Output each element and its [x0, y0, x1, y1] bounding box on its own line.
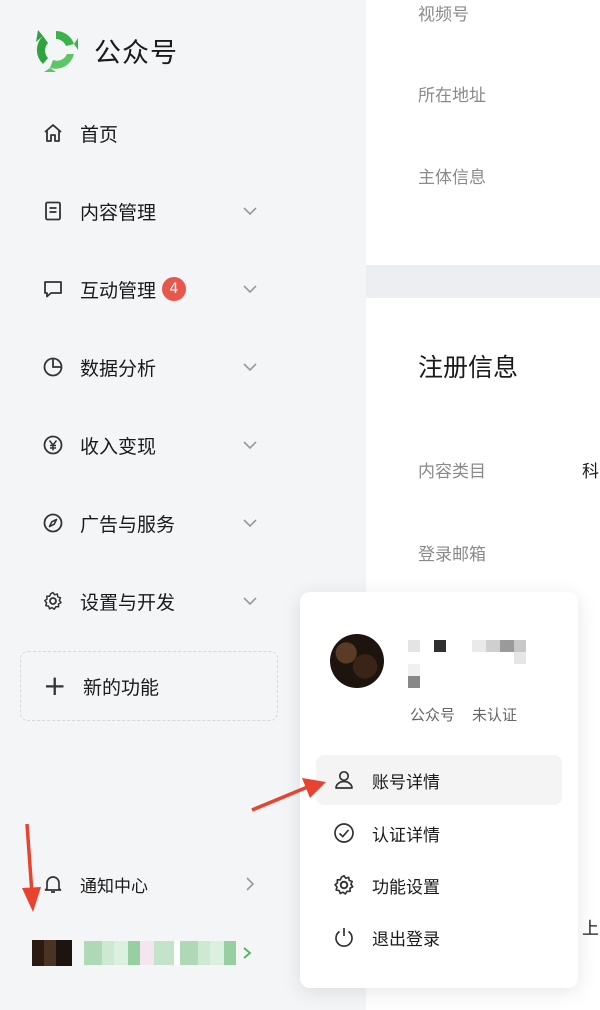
category-value: 科	[582, 462, 599, 482]
notification-badge: 4	[162, 277, 187, 301]
sidebar-item-label: 内容管理	[80, 201, 157, 224]
check-circle-icon	[334, 823, 354, 843]
chevron-down-icon	[243, 207, 257, 216]
field-label-entity: 主体信息	[418, 168, 486, 188]
annotation-arrow-down	[22, 823, 41, 912]
chevron-down-icon	[243, 441, 257, 450]
verification-status: 未认证	[472, 706, 518, 724]
chevron-right-icon	[243, 947, 252, 959]
menu-item-label: 功能设置	[372, 877, 440, 898]
chevron-right-icon	[246, 877, 255, 891]
account-details-menu-item[interactable]: 账号详情	[316, 755, 562, 805]
pie-chart-icon	[43, 357, 63, 377]
gear-icon	[334, 874, 354, 895]
chevron-down-icon	[243, 285, 257, 294]
sidebar-item-label: 设置与开发	[80, 591, 176, 614]
brand-logo[interactable]: 公众号	[34, 28, 178, 72]
compass-icon	[43, 513, 63, 533]
sidebar-item-ads-services[interactable]: 广告与服务	[42, 503, 266, 543]
avatar	[330, 634, 384, 688]
account-info-card: 视频号 所在地址 主体信息	[366, 0, 600, 265]
home-icon	[44, 124, 62, 142]
account-name-pixelated	[408, 640, 538, 690]
new-feature-button[interactable]: + 新的功能	[20, 651, 278, 721]
sidebar-item-settings[interactable]: 设置与开发	[42, 581, 266, 621]
field-label-video: 视频号	[418, 5, 469, 25]
menu-item-label: 账号详情	[372, 772, 440, 793]
sidebar-item-label: 互动管理	[80, 279, 157, 302]
sidebar-item-revenue[interactable]: 收入变现	[42, 425, 266, 465]
sidebar-item-label: 广告与服务	[80, 513, 176, 536]
field-label-category: 内容类目	[418, 462, 486, 482]
sidebar-item-label: 首页	[80, 123, 119, 146]
annotation-arrow-right	[251, 778, 326, 812]
sidebar-item-home[interactable]: 首页	[42, 113, 266, 153]
sidebar-item-analytics[interactable]: 数据分析	[42, 347, 266, 387]
sidebar-item-label: 收入变现	[80, 435, 157, 458]
partial-value: 上	[582, 919, 599, 939]
power-icon	[335, 928, 353, 947]
chat-icon	[44, 281, 62, 298]
sidebar-item-interaction[interactable]: 互动管理 4	[42, 269, 266, 309]
menu-item-label: 退出登录	[372, 929, 440, 950]
sidebar-item-label: 数据分析	[80, 357, 157, 380]
document-icon	[45, 201, 61, 221]
sidebar-item-content[interactable]: 内容管理	[42, 191, 266, 231]
menu-item-label: 认证详情	[372, 825, 440, 846]
account-name-pixelated	[84, 941, 236, 965]
section-title: 注册信息	[418, 353, 519, 382]
brand-name: 公众号	[94, 37, 178, 69]
account-type: 公众号	[410, 706, 456, 724]
gear-icon	[44, 591, 62, 610]
new-feature-label: 新的功能	[83, 676, 160, 699]
notification-center-label: 通知中心	[80, 876, 148, 897]
verification-details-menu-item[interactable]: 认证详情	[316, 808, 562, 858]
chevron-down-icon	[243, 519, 257, 528]
feature-settings-menu-item[interactable]: 功能设置	[316, 860, 562, 910]
notification-center[interactable]: 通知中心	[42, 864, 266, 904]
account-popup-menu: 公众号 未认证 账号详情 认证详情 功能设置 退出登录	[300, 592, 578, 988]
user-icon	[335, 770, 353, 789]
chevron-down-icon	[243, 363, 257, 372]
field-label-address: 所在地址	[418, 86, 486, 106]
avatar	[32, 940, 72, 966]
plus-icon: +	[43, 669, 67, 702]
field-label-email: 登录邮箱	[418, 545, 486, 565]
chevron-down-icon	[243, 597, 257, 606]
logout-menu-item[interactable]: 退出登录	[316, 912, 562, 962]
yen-icon	[43, 435, 63, 455]
account-switcher[interactable]	[32, 938, 264, 968]
wechat-official-logo-icon	[36, 30, 78, 72]
